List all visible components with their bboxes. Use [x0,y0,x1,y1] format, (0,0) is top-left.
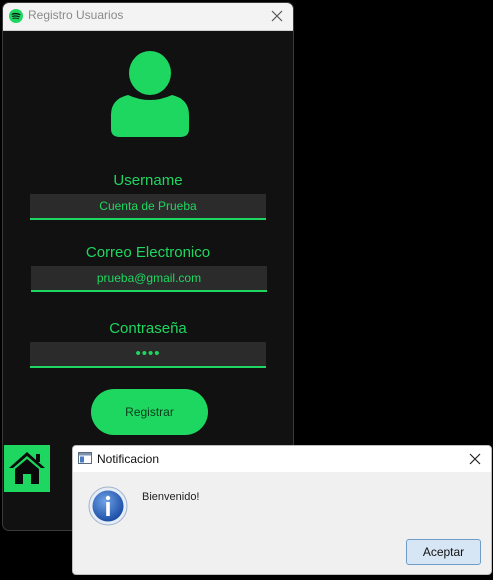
window-titlebar[interactable]: Registro Usuarios [3,3,293,31]
dialog-message: Bienvenido! [142,491,200,503]
home-button[interactable] [4,445,50,492]
user-icon [111,51,189,137]
password-field[interactable]: •••• [30,342,266,368]
password-label: Contraseña [109,320,187,337]
username-field[interactable]: Cuenta de Prueba [30,194,266,220]
window-icon [78,452,92,464]
home-icon [9,452,45,484]
spotify-icon [9,9,23,23]
dialog-title: Notificacion [97,452,160,466]
dialog-titlebar[interactable]: Notificacion [73,446,491,472]
email-label: Correo Electronico [85,244,211,261]
notification-dialog: Notificacion Bienvenido! Aceptar [72,445,492,575]
username-label: Username [113,172,183,189]
register-button[interactable]: Registrar [91,389,208,435]
info-icon [88,486,128,526]
accept-button[interactable]: Aceptar [406,539,481,565]
close-icon[interactable] [270,9,284,23]
window-title: Registro Usuarios [28,8,124,22]
email-field[interactable]: prueba@gmail.com [31,266,267,292]
close-icon[interactable] [468,452,482,466]
